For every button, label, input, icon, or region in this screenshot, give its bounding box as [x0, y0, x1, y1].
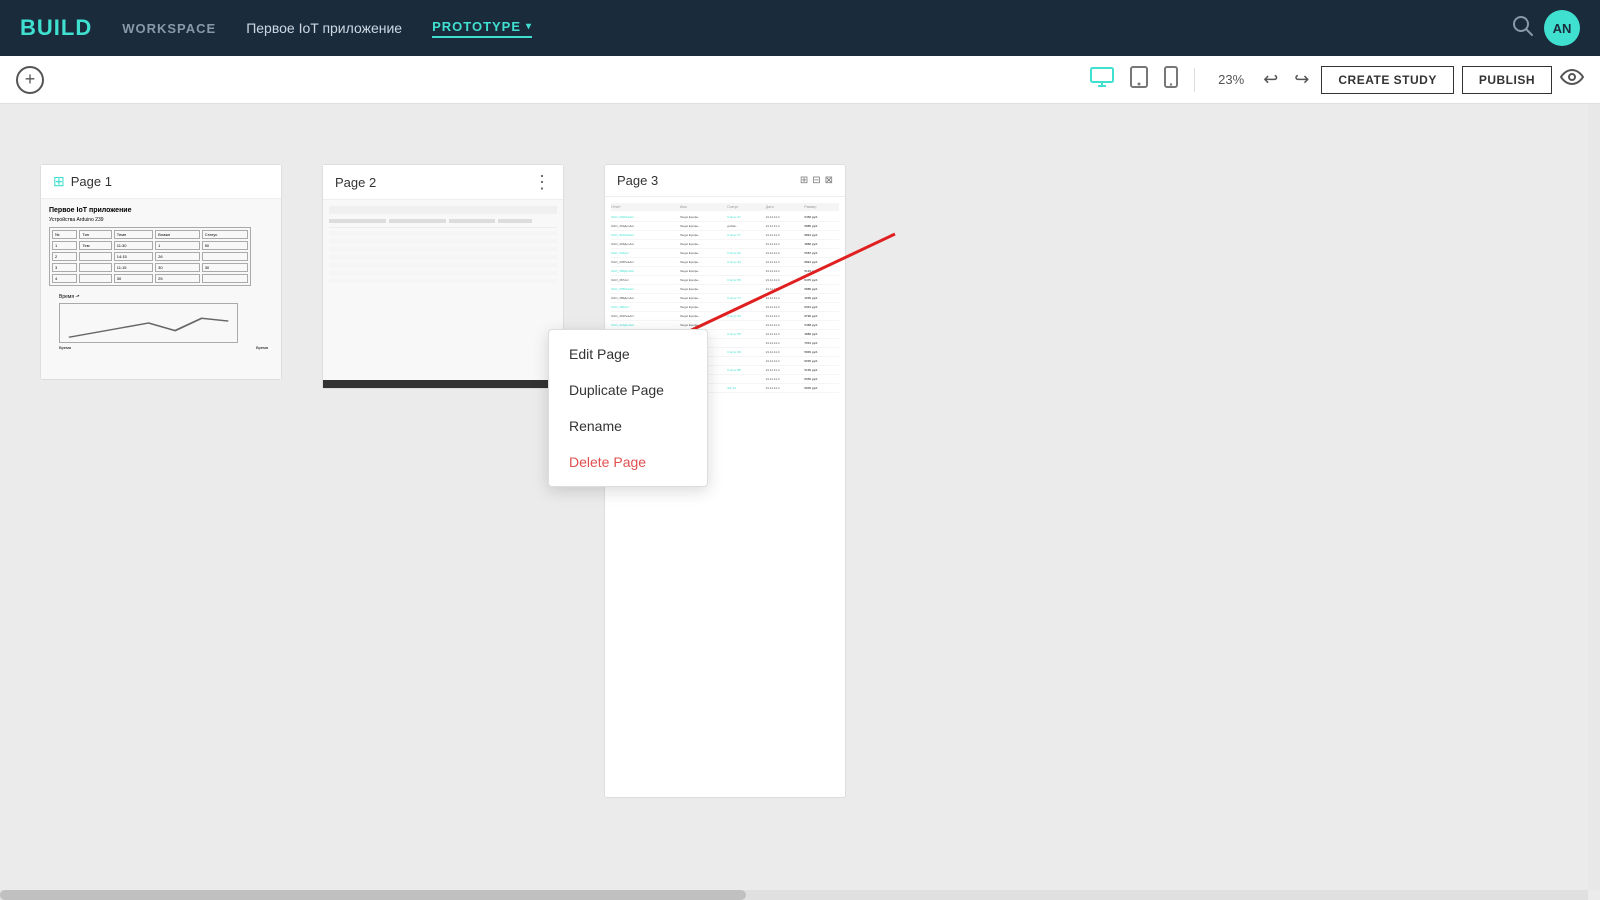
- page3-control-1[interactable]: ⊞: [800, 175, 808, 186]
- publish-button[interactable]: PUBLISH: [1462, 66, 1552, 94]
- tablet-device-icon[interactable]: [1130, 66, 1148, 94]
- table-row: ОАО_378РевАкт Людм Ерофе... 21.11.11.4 5…: [611, 285, 839, 294]
- undo-button[interactable]: ↩: [1259, 65, 1282, 94]
- page2-menu-button[interactable]: ⋮: [533, 173, 551, 191]
- sketch-title: Первое IoT приложение: [49, 207, 273, 214]
- table-row: ОАО_401РевАкт Людм Ерофе... Статус 40 21…: [611, 312, 839, 321]
- page2-footer: [323, 380, 563, 388]
- mobile-device-icon[interactable]: [1164, 66, 1178, 94]
- table-row: ОАО_323ДопАкт Людм Ерофе... 21.11.11.4 4…: [611, 240, 839, 249]
- horizontal-scrollbar-thumb[interactable]: [0, 890, 746, 900]
- table-row: ОАО_312РевАкт Людм Ерофе... Статус 77 21…: [611, 231, 839, 240]
- search-icon[interactable]: [1512, 15, 1534, 42]
- table-row: ОАО_390Акт Людм Ерофе... 21.11.11.4 6331…: [611, 303, 839, 312]
- table-row: ОАО_367Акт Людм Ерофе... Статус 55 21.11…: [611, 276, 839, 285]
- avatar[interactable]: AN: [1544, 10, 1580, 46]
- context-menu: Edit Page Duplicate Page Rename Delete P…: [548, 329, 708, 487]
- page2-title: Page 2: [335, 175, 376, 190]
- page1-header: ⊞ Page 1: [41, 165, 281, 199]
- pages-container: ⊞ Page 1 Первое IoT приложение Устройств…: [0, 104, 1600, 858]
- workspace-nav-item[interactable]: WORKSPACE: [122, 21, 216, 36]
- page3-control-2[interactable]: ⊟: [812, 175, 820, 186]
- preview-icon[interactable]: [1560, 68, 1584, 91]
- page1-title: ⊞ Page 1: [53, 173, 112, 190]
- table-row: ОАО_389ДопАкт Людм Ерофе... Статус 77 21…: [611, 294, 839, 303]
- page2-inner: [323, 200, 563, 290]
- redo-button[interactable]: ↪: [1290, 65, 1313, 94]
- page1-content[interactable]: Первое IoT приложение Устройства Arduino…: [41, 199, 281, 379]
- vertical-scrollbar[interactable]: [1588, 104, 1600, 890]
- page3-controls: ⊞ ⊟ ⊠: [800, 175, 833, 186]
- chevron-down-icon: ▾: [526, 21, 532, 32]
- nav-right-actions: AN: [1512, 10, 1580, 46]
- logo: BUILD: [20, 15, 92, 41]
- table-row: ОАО_345РевАкт Людм Ерофе... Статус 33 21…: [611, 258, 839, 267]
- table-row: ОАО_291РевАкт Людм Ерофе... Статус 47 21…: [611, 213, 839, 222]
- context-menu-delete-page[interactable]: Delete Page: [549, 444, 707, 480]
- page-icon: ⊞: [53, 173, 65, 190]
- sketch-label: Время ⬏: [59, 294, 273, 300]
- create-study-button[interactable]: CREATE STUDY: [1321, 66, 1453, 94]
- zoom-level: 23%: [1211, 72, 1251, 87]
- page-card-2: Page 2 ⋮: [322, 164, 564, 389]
- device-switcher: [1090, 66, 1178, 94]
- project-name[interactable]: Первое IoT приложение: [246, 20, 402, 36]
- page1-sketch: Первое IoT приложение Устройства Arduino…: [41, 199, 281, 379]
- context-menu-rename[interactable]: Rename: [549, 408, 707, 444]
- table-row: ОАО_356ДопАкт Людм Ерофе... 21.11.11.4 5…: [611, 267, 839, 276]
- canvas-area: ⊞ Page 1 Первое IoT приложение Устройств…: [0, 104, 1600, 900]
- page2-content[interactable]: [323, 200, 563, 380]
- page3-title: Page 3: [617, 173, 658, 188]
- top-nav: BUILD WORKSPACE Первое IoT приложение PR…: [0, 0, 1600, 56]
- add-page-button[interactable]: +: [16, 66, 44, 94]
- page3-header: Page 3 ⊞ ⊟ ⊠: [605, 165, 845, 197]
- toolbar: + 23% ↩ ↪ CREATE STUDY PUBLI: [0, 56, 1600, 104]
- sketch-axes: ВремяВремя: [59, 345, 268, 350]
- table-row: ОАО_301ДопАкт Людм Ерофе... добав... 21.…: [611, 222, 839, 231]
- table-row: ОАО_334Акт Людм Ерофе... Статус 22 21.11…: [611, 249, 839, 258]
- context-menu-duplicate-page[interactable]: Duplicate Page: [549, 372, 707, 408]
- page-card-1: ⊞ Page 1 Первое IoT приложение Устройств…: [40, 164, 282, 380]
- page3-control-3[interactable]: ⊠: [825, 175, 833, 186]
- sketch-subtitle: Устройства Arduino 239: [49, 217, 273, 223]
- page3-content[interactable]: Отчёт Имя Статус Дата Размер ОАО_291РевА…: [605, 197, 845, 797]
- sketch-graph: [59, 303, 238, 343]
- horizontal-scrollbar[interactable]: [0, 890, 1588, 900]
- desktop-device-icon[interactable]: [1090, 67, 1114, 93]
- context-menu-edit-page[interactable]: Edit Page: [549, 336, 707, 372]
- page2-header: Page 2 ⋮: [323, 165, 563, 200]
- prototype-nav-item[interactable]: PROTOTYPE ▾: [432, 19, 532, 38]
- sketch-table: №ТипТемпВлажнСтатус 1Тем11:30150 214:152…: [49, 227, 251, 286]
